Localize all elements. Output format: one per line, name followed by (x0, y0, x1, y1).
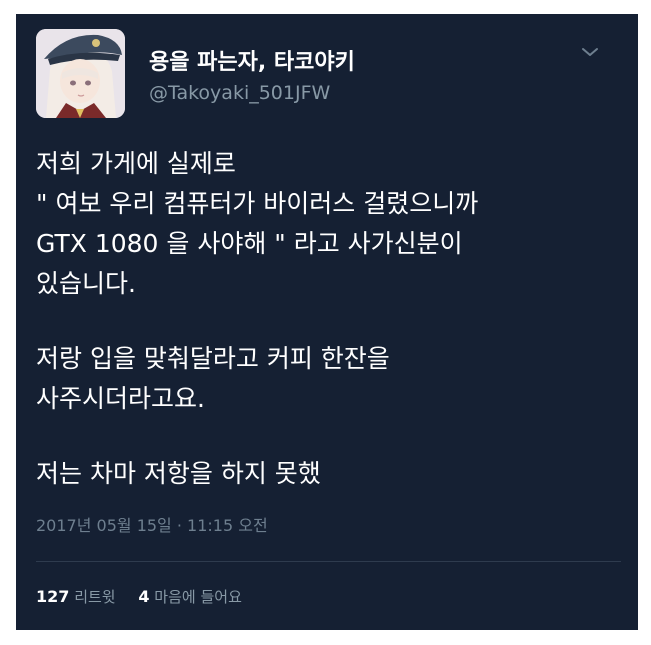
tweet-line: 저희 가게에 실제로 (36, 149, 236, 178)
likes-stat[interactable]: 4 마음에 들어요 (138, 586, 242, 607)
tweet-line: 저는 차마 저항을 하지 못했 (36, 459, 321, 488)
tweet-stats: 127 리트윗 4 마음에 들어요 (36, 586, 260, 607)
divider (36, 561, 621, 562)
retweets-stat[interactable]: 127 리트윗 (36, 586, 116, 607)
tweet-timestamp[interactable]: 2017년 05월 15일 · 11:15 오전 (36, 512, 268, 536)
display-name[interactable]: 용을 파는자, 타코야키 (149, 44, 355, 76)
tweet-card: 용을 파는자, 타코야키 @Takoyaki_501JFW 저희 가게에 실제로… (16, 14, 638, 630)
retweets-count: 127 (36, 587, 70, 606)
tweet-line: 사주시더라고요. (36, 384, 205, 413)
tweet-line: " 여보 우리 컴퓨터가 바이러스 걸렸으니까 (36, 189, 479, 218)
likes-label: 마음에 들어요 (154, 588, 242, 606)
likes-count: 4 (138, 587, 150, 606)
user-handle[interactable]: @Takoyaki_501JFW (149, 82, 330, 104)
tweet-line: 있습니다. (36, 269, 136, 298)
avatar[interactable] (36, 29, 125, 118)
tweet-text: 저희 가게에 실제로 " 여보 우리 컴퓨터가 바이러스 걸렸으니까 GTX 1… (36, 144, 626, 494)
tweet-line: 저랑 입을 맞춰달라고 커피 한잔을 (36, 344, 390, 373)
chevron-down-icon[interactable] (578, 40, 602, 64)
tweet-line: GTX 1080 을 사야해 " 라고 사가신분이 (36, 229, 463, 258)
retweets-label: 리트윗 (74, 588, 116, 606)
avatar-image (36, 29, 125, 118)
